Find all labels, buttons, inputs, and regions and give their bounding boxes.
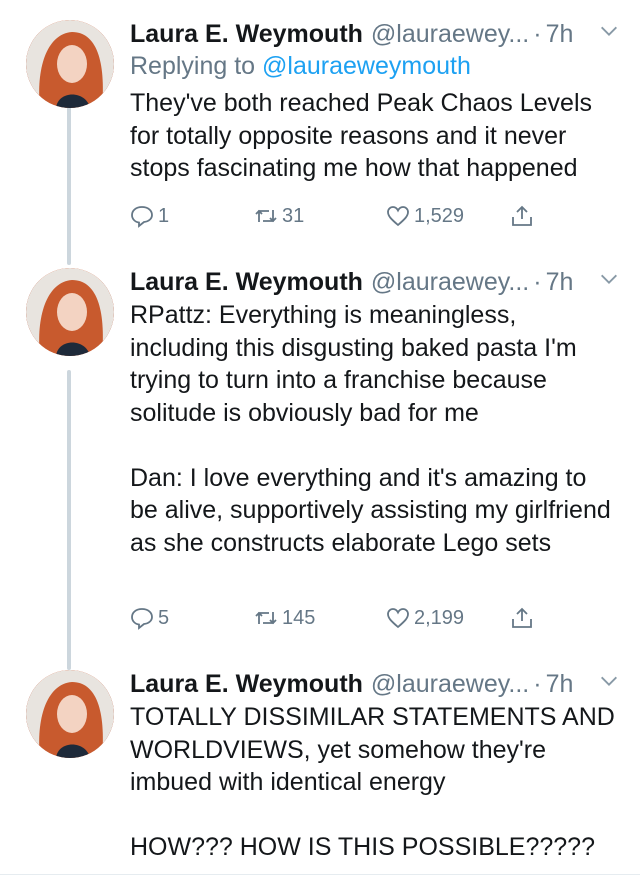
author-handle[interactable]: @lauraewey... <box>371 668 529 700</box>
retweet-button[interactable]: 145 <box>254 606 315 630</box>
author-handle[interactable]: @lauraewey... <box>371 18 529 50</box>
tweet-text: RPattz: Everything is meaningless, inclu… <box>130 301 611 557</box>
replying-to-label: Replying to <box>130 52 263 80</box>
share-button[interactable] <box>510 204 538 228</box>
tweet-header: Laura E. Weymouth @lauraewey... · 7h <box>130 266 620 298</box>
retweet-count: 31 <box>282 204 305 227</box>
like-button[interactable]: 2,199 <box>386 606 464 630</box>
tweet-header: Laura E. Weymouth @lauraewey... · 7h <box>130 668 620 700</box>
reply-button[interactable]: 1 <box>130 204 169 228</box>
reply-icon <box>131 206 153 228</box>
timestamp[interactable]: 7h <box>546 668 574 700</box>
avatar-image <box>26 20 114 108</box>
replying-to-mention[interactable]: @lauraeweymouth <box>262 52 471 80</box>
like-count: 1,529 <box>414 204 465 227</box>
retweet-icon <box>255 611 277 625</box>
separator-dot: · <box>533 670 542 698</box>
author-name[interactable]: Laura E. Weymouth <box>130 266 363 298</box>
share-button[interactable] <box>510 606 538 630</box>
tweet-text: TOTALLY DISSIMILAR STATEMENTS AND WORLDV… <box>130 703 615 861</box>
reply-count: 5 <box>158 606 170 629</box>
chevron-down-icon[interactable] <box>598 670 620 692</box>
share-icon <box>512 607 532 628</box>
avatar-image <box>26 268 114 356</box>
separator-dot: · <box>533 268 542 296</box>
timestamp[interactable]: 7h <box>546 18 574 50</box>
reply-icon <box>131 608 153 630</box>
like-count: 2,199 <box>414 606 465 629</box>
like-button[interactable]: 1,529 <box>386 204 464 228</box>
avatar[interactable] <box>26 20 114 108</box>
reply-count: 1 <box>158 204 170 227</box>
chevron-down-icon[interactable] <box>598 268 620 290</box>
chevron-down-icon[interactable] <box>598 20 620 42</box>
like-icon <box>387 206 409 227</box>
retweet-count: 145 <box>282 606 316 629</box>
divider <box>0 874 640 875</box>
tweet[interactable]: Laura E. Weymouth @lauraewey... · 7h RPa… <box>0 266 640 636</box>
replying-to: Replying to @lauraeweymouth <box>130 50 620 82</box>
separator-dot: · <box>533 20 542 48</box>
avatar-image <box>26 670 114 758</box>
tweet[interactable]: Laura E. Weymouth @lauraewey... · 7h TOT… <box>0 668 640 876</box>
share-icon <box>512 205 532 226</box>
avatar[interactable] <box>26 670 114 758</box>
tweet-actions: 1 31 1,529 <box>130 204 620 234</box>
tweet-text: They've both reached Peak Chaos Levels f… <box>130 89 592 182</box>
retweet-button[interactable]: 31 <box>254 204 304 228</box>
author-handle[interactable]: @lauraewey... <box>371 266 529 298</box>
tweet-actions: 5 145 2,199 <box>130 606 620 636</box>
author-name[interactable]: Laura E. Weymouth <box>130 668 363 700</box>
timestamp[interactable]: 7h <box>546 266 574 298</box>
retweet-icon <box>255 209 277 223</box>
author-name[interactable]: Laura E. Weymouth <box>130 18 363 50</box>
tweet-header: Laura E. Weymouth @lauraewey... · 7h <box>130 18 620 50</box>
reply-button[interactable]: 5 <box>130 606 169 630</box>
tweet[interactable]: Laura E. Weymouth @lauraewey... · 7h Rep… <box>0 18 640 250</box>
like-icon <box>387 608 409 629</box>
avatar[interactable] <box>26 268 114 356</box>
